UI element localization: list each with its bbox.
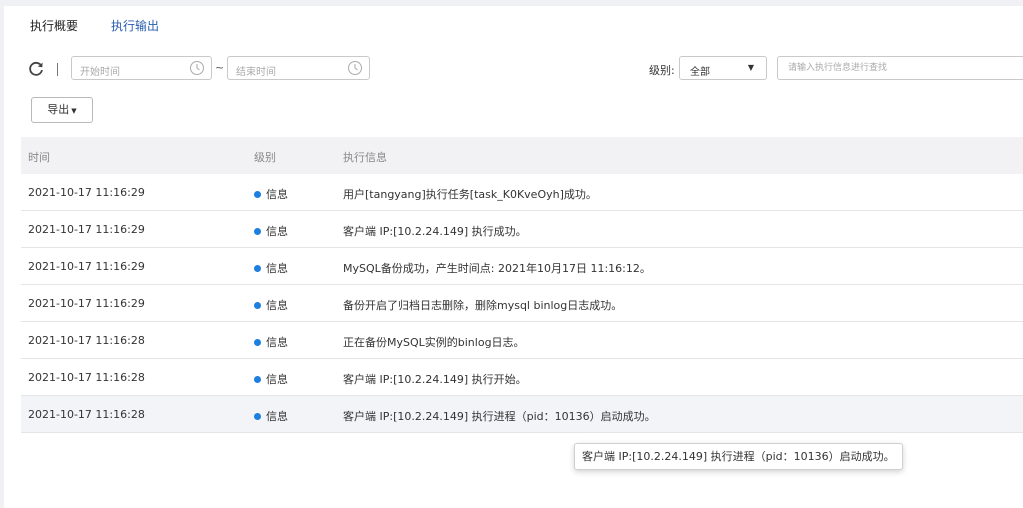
row-level: 信息	[254, 408, 288, 424]
end-time-input[interactable]: 结束时间	[227, 56, 370, 80]
search-input[interactable]	[777, 56, 1023, 80]
header-time: 时间	[28, 151, 50, 164]
info-dot-icon	[254, 376, 261, 383]
info-dot-icon	[254, 228, 261, 235]
table-row[interactable]: 2021-10-17 11:16:29 信息 备份开启了归档日志删除，删除mys…	[21, 285, 1023, 322]
row-time: 2021-10-17 11:16:29	[28, 297, 145, 310]
info-dot-icon	[254, 265, 261, 272]
table-row[interactable]: 2021-10-17 11:16:29 信息 用户[tangyang]执行任务[…	[21, 174, 1023, 211]
start-time-input[interactable]: 开始时间	[71, 56, 212, 80]
info-dot-icon	[254, 413, 261, 420]
date-range-separator: ~	[215, 61, 225, 74]
row-message: 客户端 IP:[10.2.24.149] 执行进程（pid：10136）启动成功…	[343, 410, 656, 423]
table-row[interactable]: 2021-10-17 11:16:29 信息 MySQL备份成功，产生时间点: …	[21, 248, 1023, 285]
row-message: MySQL备份成功，产生时间点: 2021年10月17日 11:16:12。	[343, 262, 651, 275]
start-time-placeholder: 开始时间	[80, 67, 120, 78]
message-tooltip: 客户端 IP:[10.2.24.149] 执行进程（pid：10136）启动成功…	[574, 443, 903, 470]
table-row[interactable]: 2021-10-17 11:16:29 信息 客户端 IP:[10.2.24.1…	[21, 211, 1023, 248]
table-row[interactable]: 2021-10-17 11:16:28 信息 客户端 IP:[10.2.24.1…	[21, 359, 1023, 396]
end-time-placeholder: 结束时间	[236, 67, 276, 78]
table-row[interactable]: 2021-10-17 11:16:28 信息 正在备份MySQL实例的binlo…	[21, 322, 1023, 359]
level-text: 信息	[266, 336, 288, 349]
row-time: 2021-10-17 11:16:28	[28, 334, 145, 347]
clock-icon	[190, 61, 204, 75]
row-message: 客户端 IP:[10.2.24.149] 执行成功。	[343, 225, 527, 238]
row-message: 客户端 IP:[10.2.24.149] 执行开始。	[343, 373, 527, 386]
table-row[interactable]: 2021-10-17 11:16:28 信息 客户端 IP:[10.2.24.1…	[21, 396, 1023, 433]
level-text: 信息	[266, 225, 288, 238]
export-label: 导出	[47, 103, 70, 116]
level-text: 信息	[266, 188, 288, 201]
level-select[interactable]: 全部 ▼	[679, 56, 767, 80]
row-message: 备份开启了归档日志删除，删除mysql binlog日志成功。	[343, 299, 623, 312]
row-time: 2021-10-17 11:16:28	[28, 408, 145, 421]
caret-down-icon: ▼	[747, 63, 754, 72]
filter-toolbar: 开始时间 ~ 结束时间 级别: 全部 ▼	[0, 56, 1023, 82]
row-level: 信息	[254, 297, 288, 313]
tab-execution-summary[interactable]: 执行概要	[30, 17, 78, 34]
info-dot-icon	[254, 302, 261, 309]
export-button[interactable]: 导出 ▼	[31, 97, 93, 123]
level-select-value: 全部	[690, 67, 710, 78]
log-table: 时间 级别 执行信息 2021-10-17 11:16:29 信息 用户[tan…	[21, 137, 1023, 433]
row-level: 信息	[254, 223, 288, 239]
header-message: 执行信息	[343, 151, 387, 164]
header-level: 级别	[254, 151, 276, 164]
caret-down-icon: ▼	[71, 107, 77, 115]
info-dot-icon	[254, 191, 261, 198]
row-time: 2021-10-17 11:16:29	[28, 186, 145, 199]
row-time: 2021-10-17 11:16:28	[28, 371, 145, 384]
info-dot-icon	[254, 339, 261, 346]
row-message: 用户[tangyang]执行任务[task_K0KveOyh]成功。	[343, 188, 597, 201]
row-level: 信息	[254, 371, 288, 387]
tab-execution-output[interactable]: 执行输出	[111, 17, 159, 34]
level-text: 信息	[266, 410, 288, 423]
clock-icon	[348, 61, 362, 75]
table-header: 时间 级别 执行信息	[21, 137, 1023, 174]
refresh-icon[interactable]	[27, 60, 45, 78]
toolbar-divider	[57, 63, 58, 76]
row-time: 2021-10-17 11:16:29	[28, 223, 145, 236]
row-level: 信息	[254, 186, 288, 202]
row-level: 信息	[254, 334, 288, 350]
row-level: 信息	[254, 260, 288, 276]
row-time: 2021-10-17 11:16:29	[28, 260, 145, 273]
row-message: 正在备份MySQL实例的binlog日志。	[343, 336, 525, 349]
level-text: 信息	[266, 373, 288, 386]
level-filter-label: 级别:	[649, 64, 675, 77]
level-text: 信息	[266, 299, 288, 312]
level-text: 信息	[266, 262, 288, 275]
